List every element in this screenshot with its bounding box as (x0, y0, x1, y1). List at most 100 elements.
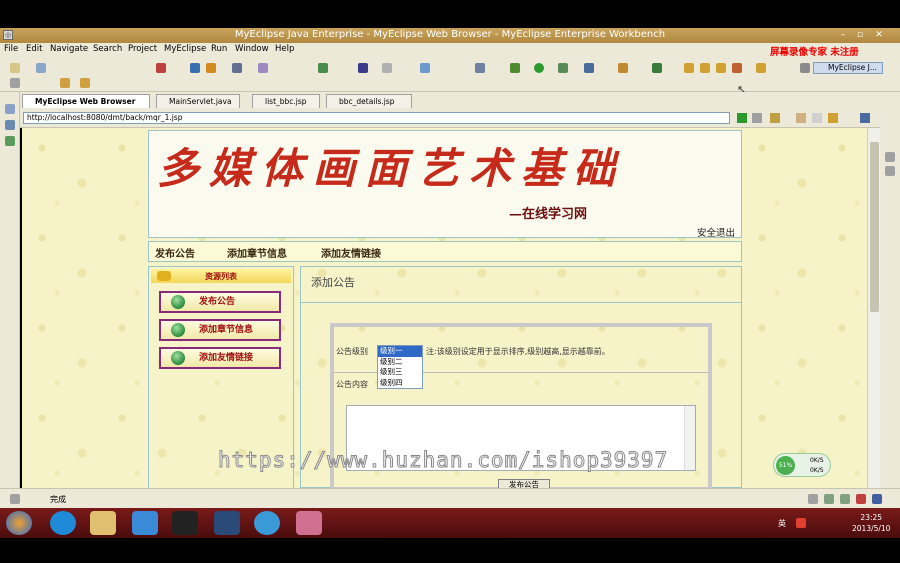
close-button[interactable]: ✕ (872, 29, 886, 41)
menu-edit[interactable]: Edit (26, 44, 42, 54)
open-perspective-icon[interactable] (800, 63, 810, 73)
open-task-icon[interactable] (716, 63, 726, 73)
start-button[interactable] (6, 511, 32, 535)
minimize-button[interactable]: – (836, 29, 850, 41)
menu-run[interactable]: Run (211, 44, 227, 54)
menu-project[interactable]: Project (128, 44, 157, 54)
level-select[interactable]: 级别一 级别二 级别三 级别四 (377, 345, 423, 389)
browser-icon[interactable] (420, 63, 430, 73)
menu-search[interactable]: Search (93, 44, 122, 54)
server-icon[interactable] (190, 63, 200, 73)
player-icon[interactable] (254, 511, 280, 535)
ie-icon[interactable] (132, 511, 158, 535)
bug-icon[interactable] (510, 63, 520, 73)
status-icon[interactable] (824, 494, 834, 504)
back-icon[interactable] (796, 113, 806, 123)
level-option[interactable]: 级别三 (378, 367, 422, 378)
level-label: 公告级别 (336, 347, 368, 356)
sidebar-item-add-chapter[interactable]: 添加章节信息 (159, 319, 281, 341)
outline-icon[interactable] (885, 152, 895, 162)
textarea-scrollbar[interactable] (684, 406, 695, 470)
nav-add-chapter[interactable]: 添加章节信息 (227, 245, 287, 260)
site-title: 多媒体画面艺术基础 (157, 144, 626, 193)
tab-list-bbc[interactable]: list_bbc.jsp (252, 94, 320, 108)
run-config-icon[interactable] (558, 63, 568, 73)
sidebar-item-add-link[interactable]: 添加友情链接 (159, 347, 281, 369)
nav-add-link[interactable]: 添加友情链接 (321, 245, 381, 260)
nav-history-icon[interactable] (10, 78, 20, 88)
external-tools-icon[interactable] (584, 63, 594, 73)
palette-icon[interactable] (318, 63, 328, 73)
deploy-icon[interactable] (156, 63, 166, 73)
menu-file[interactable]: File (4, 44, 18, 54)
menu-help[interactable]: Help (275, 44, 294, 54)
status-icon[interactable] (872, 494, 882, 504)
open-type-icon[interactable] (684, 63, 694, 73)
url-watermark: https://www.huzhan.com/ishop39397 (217, 448, 669, 473)
explorer-icon[interactable] (90, 511, 116, 535)
nav-publish-notice[interactable]: 发布公告 (155, 245, 195, 260)
open-resource-icon[interactable] (700, 63, 710, 73)
menu-navigate[interactable]: Navigate (50, 44, 88, 54)
console-icon[interactable] (475, 63, 485, 73)
print-icon[interactable] (232, 63, 242, 73)
back-arrow-icon[interactable] (60, 78, 70, 88)
save-icon[interactable] (36, 63, 46, 73)
cpu-percent: 51% (776, 456, 795, 475)
system-clock[interactable]: 23:25 2013/5/10 (852, 512, 890, 534)
settings-icon[interactable] (752, 113, 762, 123)
tab-mainservlet[interactable]: MainServlet.java (156, 94, 240, 108)
tray-lang[interactable]: 英 (778, 518, 786, 529)
sidebar-item-publish-notice[interactable]: 发布公告 (159, 291, 281, 313)
recorder-icon[interactable] (296, 511, 322, 535)
go-icon[interactable] (737, 113, 747, 123)
fast-view-icon[interactable] (10, 494, 20, 504)
new-icon[interactable] (10, 63, 20, 73)
package-explorer-icon[interactable] (5, 120, 15, 130)
package-icon[interactable] (206, 63, 216, 73)
restore-view-icon[interactable] (5, 104, 15, 114)
menu-myeclipse[interactable]: MyEclipse (164, 44, 206, 54)
minimized-view-icon[interactable] (885, 166, 895, 176)
logout-link[interactable]: 安全退出 (697, 225, 735, 239)
home-icon[interactable] (860, 113, 870, 123)
browser-scrollbar[interactable] (867, 128, 880, 488)
submit-button[interactable]: 发布公告 (498, 479, 550, 488)
tab-web-browser[interactable]: MyEclipse Web Browser ✕ (22, 94, 150, 119)
status-icon[interactable] (856, 494, 866, 504)
run-icon[interactable] (534, 63, 544, 73)
forward-arrow-icon[interactable] (80, 78, 90, 88)
hierarchy-icon[interactable] (5, 136, 15, 146)
tray-app-icon[interactable] (796, 518, 806, 528)
title-bar: ◎ MyEclipse Java Enterprise - MyEclipse … (0, 28, 900, 43)
scrollbar-thumb[interactable] (870, 142, 879, 312)
sidebar-item-label: 发布公告 (199, 297, 236, 307)
debug-icon[interactable] (382, 63, 392, 73)
status-icon[interactable] (840, 494, 850, 504)
level-hint: 注:该级别设定用于显示排序,级别越高,显示越靠前。 (426, 347, 610, 356)
menu-window[interactable]: Window (235, 44, 269, 54)
forward-icon[interactable] (812, 113, 822, 123)
refresh-icon[interactable] (828, 113, 838, 123)
status-text: 完成 (50, 495, 66, 504)
wizard-icon[interactable] (258, 63, 268, 73)
pen-icon[interactable] (732, 63, 742, 73)
maximize-button[interactable]: ▫ (853, 29, 867, 41)
sogou-icon[interactable] (50, 511, 76, 535)
network-speed-widget[interactable]: 51% 0K/S 0K/S (773, 453, 831, 477)
status-icon[interactable] (808, 494, 818, 504)
content-label: 公告内容 (336, 380, 368, 389)
level-option[interactable]: 级别四 (378, 378, 422, 389)
level-option[interactable]: 级别二 (378, 357, 422, 368)
perspective-switcher[interactable]: MyEclipse J... (813, 62, 883, 74)
search-icon[interactable] (652, 63, 662, 73)
myeclipse-taskbar-icon[interactable] (214, 511, 240, 535)
terminal-icon[interactable] (172, 511, 198, 535)
globe-icon[interactable] (358, 63, 368, 73)
level-option[interactable]: 级别一 (378, 346, 422, 357)
new-class-icon[interactable] (618, 63, 628, 73)
url-input[interactable]: http://localhost:8080/dmt/back/mqr_1.jsp (23, 112, 730, 124)
bookmark-icon[interactable] (770, 113, 780, 123)
folder-icon[interactable] (756, 63, 766, 73)
tab-bbc-details[interactable]: bbc_details.jsp (326, 94, 412, 108)
